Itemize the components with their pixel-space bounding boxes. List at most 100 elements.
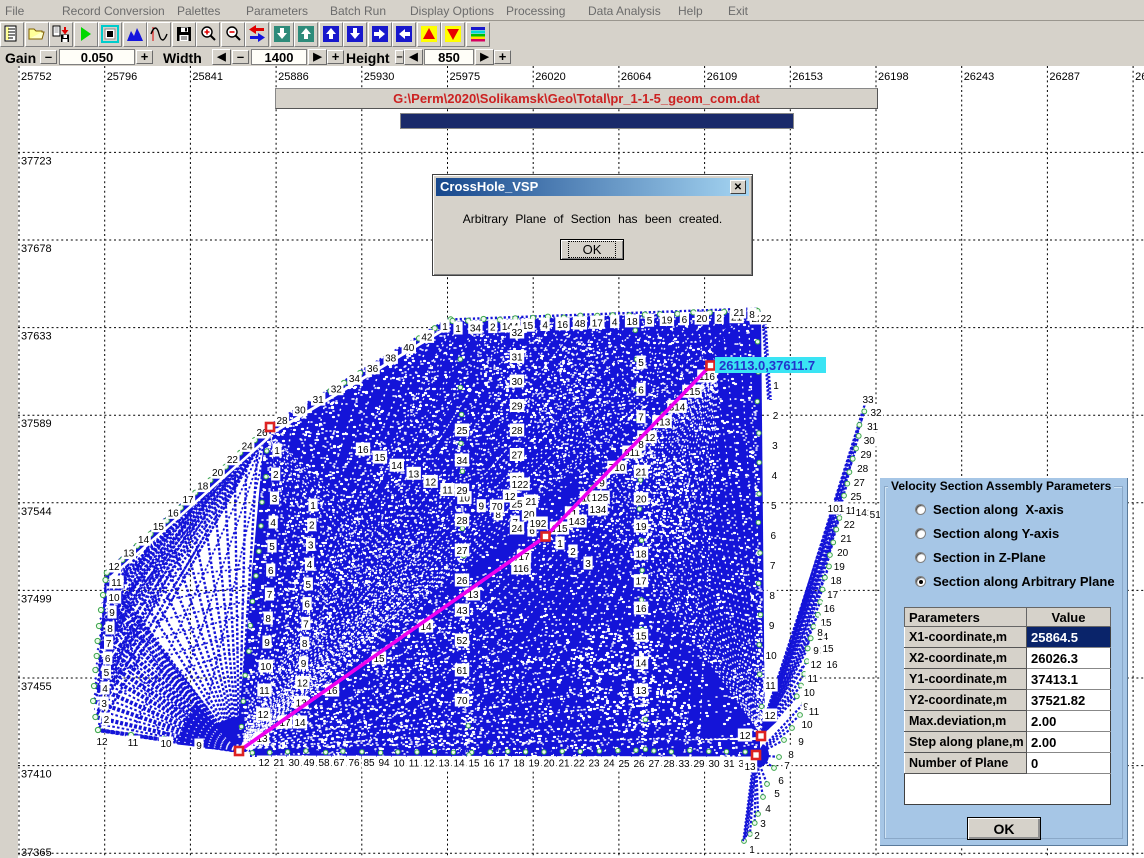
svg-text:40: 40 bbox=[403, 343, 415, 354]
svg-text:29: 29 bbox=[511, 402, 523, 413]
svg-text:3: 3 bbox=[308, 541, 314, 552]
svg-text:8: 8 bbox=[769, 591, 775, 602]
svg-text:19: 19 bbox=[528, 759, 540, 770]
svg-text:7: 7 bbox=[303, 619, 309, 630]
svg-text:9: 9 bbox=[813, 646, 819, 657]
svg-text:192: 192 bbox=[530, 519, 547, 530]
svg-text:17: 17 bbox=[182, 495, 194, 506]
svg-text:13: 13 bbox=[744, 762, 756, 773]
svg-text:125: 125 bbox=[592, 493, 609, 504]
svg-text:25796: 25796 bbox=[107, 71, 138, 83]
svg-text:26020: 26020 bbox=[535, 71, 566, 83]
svg-text:4: 4 bbox=[307, 560, 313, 571]
svg-text:17: 17 bbox=[592, 318, 604, 329]
svg-text:18: 18 bbox=[635, 549, 647, 560]
svg-text:37365: 37365 bbox=[21, 847, 52, 858]
svg-text:6: 6 bbox=[778, 776, 784, 787]
svg-text:11: 11 bbox=[808, 674, 819, 685]
svg-text:34: 34 bbox=[470, 323, 482, 334]
svg-text:85: 85 bbox=[363, 758, 375, 769]
svg-text:26153: 26153 bbox=[792, 71, 823, 83]
svg-text:8: 8 bbox=[749, 310, 755, 321]
svg-text:20: 20 bbox=[837, 548, 849, 559]
svg-text:8: 8 bbox=[302, 639, 308, 650]
svg-text:16: 16 bbox=[357, 445, 369, 456]
svg-text:19: 19 bbox=[661, 316, 673, 327]
svg-text:9: 9 bbox=[196, 741, 202, 752]
svg-text:3: 3 bbox=[272, 494, 278, 505]
svg-text:37678: 37678 bbox=[21, 243, 52, 255]
svg-text:1: 1 bbox=[442, 322, 448, 333]
svg-text:5: 5 bbox=[774, 789, 780, 800]
svg-text:28: 28 bbox=[663, 759, 675, 770]
svg-text:21: 21 bbox=[840, 534, 852, 545]
svg-text:29: 29 bbox=[860, 450, 872, 461]
svg-text:6: 6 bbox=[105, 654, 111, 665]
svg-text:10: 10 bbox=[260, 662, 272, 673]
svg-text:23: 23 bbox=[588, 759, 600, 770]
svg-text:4: 4 bbox=[542, 321, 548, 332]
svg-text:10: 10 bbox=[108, 593, 120, 604]
svg-text:21: 21 bbox=[635, 467, 647, 478]
svg-text:48: 48 bbox=[574, 319, 586, 330]
svg-text:12: 12 bbox=[258, 758, 270, 769]
svg-text:101: 101 bbox=[828, 504, 845, 515]
svg-text:17: 17 bbox=[498, 759, 510, 770]
svg-text:134: 134 bbox=[590, 505, 607, 516]
svg-text:18: 18 bbox=[197, 482, 209, 493]
svg-text:20: 20 bbox=[696, 314, 708, 325]
svg-text:12: 12 bbox=[764, 711, 776, 722]
svg-text:25930: 25930 bbox=[364, 71, 395, 83]
svg-text:26064: 26064 bbox=[621, 71, 652, 83]
svg-text:22: 22 bbox=[573, 759, 585, 770]
svg-text:15: 15 bbox=[468, 758, 480, 769]
svg-text:8: 8 bbox=[817, 628, 823, 639]
svg-text:9: 9 bbox=[479, 502, 485, 513]
svg-text:16: 16 bbox=[557, 320, 569, 331]
svg-text:14: 14 bbox=[294, 718, 306, 729]
svg-text:28: 28 bbox=[857, 464, 869, 475]
svg-text:11: 11 bbox=[128, 738, 139, 749]
svg-text:1: 1 bbox=[773, 381, 779, 392]
svg-text:16: 16 bbox=[168, 508, 180, 519]
svg-text:9: 9 bbox=[798, 737, 804, 748]
svg-text:5: 5 bbox=[638, 358, 644, 369]
svg-text:21: 21 bbox=[273, 758, 285, 769]
svg-text:12: 12 bbox=[297, 679, 309, 690]
svg-text:20: 20 bbox=[543, 759, 555, 770]
svg-text:6: 6 bbox=[268, 566, 274, 577]
svg-text:17: 17 bbox=[827, 590, 839, 601]
svg-text:49: 49 bbox=[303, 758, 315, 769]
svg-text:6: 6 bbox=[771, 531, 777, 542]
svg-text:30: 30 bbox=[708, 759, 720, 770]
svg-text:16: 16 bbox=[483, 759, 495, 770]
svg-text:37499: 37499 bbox=[21, 593, 52, 605]
svg-text:1: 1 bbox=[310, 501, 316, 512]
svg-text:116: 116 bbox=[513, 564, 529, 575]
svg-text:76: 76 bbox=[348, 758, 360, 769]
svg-text:18: 18 bbox=[513, 759, 525, 770]
svg-text:11: 11 bbox=[442, 486, 453, 497]
svg-text:9: 9 bbox=[109, 608, 115, 619]
svg-text:10: 10 bbox=[804, 688, 816, 699]
svg-text:3: 3 bbox=[760, 819, 766, 830]
svg-text:15: 15 bbox=[374, 453, 386, 464]
svg-text:4: 4 bbox=[772, 471, 778, 482]
svg-text:5: 5 bbox=[647, 316, 653, 327]
svg-text:5: 5 bbox=[771, 501, 777, 512]
svg-text:26: 26 bbox=[633, 759, 645, 770]
svg-text:7: 7 bbox=[770, 561, 776, 572]
svg-text:18: 18 bbox=[830, 576, 842, 587]
svg-text:7: 7 bbox=[106, 639, 112, 650]
svg-text:12: 12 bbox=[423, 758, 435, 769]
svg-text:32: 32 bbox=[511, 328, 523, 339]
svg-text:25: 25 bbox=[456, 426, 468, 437]
svg-text:21: 21 bbox=[525, 497, 537, 508]
svg-text:25: 25 bbox=[618, 759, 630, 770]
svg-text:17: 17 bbox=[635, 577, 647, 588]
svg-text:27: 27 bbox=[854, 478, 866, 489]
svg-text:31: 31 bbox=[723, 759, 735, 770]
svg-text:61: 61 bbox=[456, 666, 468, 677]
svg-text:9: 9 bbox=[769, 621, 775, 632]
svg-text:14: 14 bbox=[138, 535, 150, 546]
